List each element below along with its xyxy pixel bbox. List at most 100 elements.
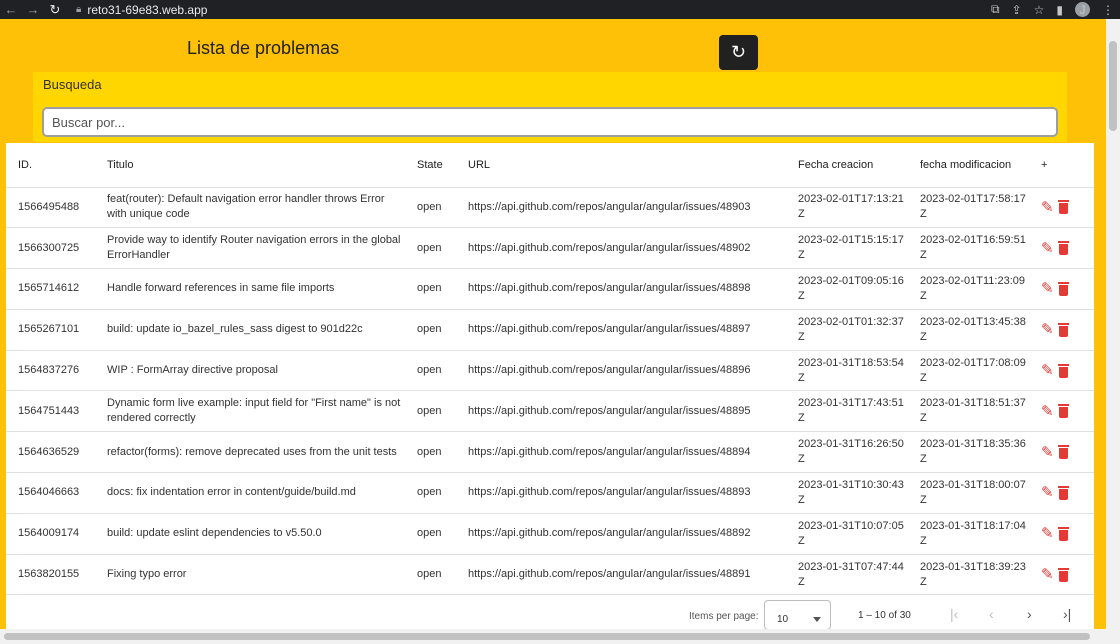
- scrollbar-thumb[interactable]: [1109, 41, 1117, 131]
- table-row[interactable]: 1564636529 refactor(forms): remove deprec…: [6, 431, 1094, 474]
- edit-pencil-icon[interactable]: ✎: [1041, 322, 1054, 337]
- edit-pencil-icon[interactable]: ✎: [1041, 567, 1054, 582]
- row-actions: ✎: [1041, 322, 1094, 337]
- col-header-fecha-creacion[interactable]: Fecha creacion: [786, 143, 908, 188]
- horizontal-scrollbar[interactable]: [0, 629, 1120, 644]
- delete-trash-icon[interactable]: [1057, 241, 1069, 256]
- trash-lid: [1057, 404, 1069, 407]
- edit-pencil-icon[interactable]: ✎: [1041, 485, 1054, 500]
- table-row[interactable]: 1564751443 Dynamic form live example: inp…: [6, 390, 1094, 433]
- edit-pencil-icon[interactable]: ✎: [1041, 200, 1054, 215]
- first-page-icon[interactable]: |‹: [950, 606, 958, 622]
- reload-icon[interactable]: ↻: [44, 2, 66, 18]
- profile-avatar[interactable]: J: [1075, 2, 1090, 17]
- page-size-select[interactable]: 10: [764, 600, 831, 630]
- trash-lid: [1057, 526, 1069, 529]
- delete-trash-icon[interactable]: [1057, 526, 1069, 541]
- forward-arrow-icon[interactable]: →: [22, 2, 44, 17]
- previous-page-icon[interactable]: ‹: [989, 606, 994, 622]
- col-header-fecha-modificacion[interactable]: fecha modificacion: [908, 143, 1029, 188]
- cell-fecha-modificacion: 2023-01-31T18:51:37Z: [908, 390, 1029, 433]
- table-row[interactable]: 1564046663 docs: fix indentation error in…: [6, 472, 1094, 514]
- delete-trash-icon[interactable]: [1057, 404, 1069, 419]
- trash-body: [1058, 203, 1068, 215]
- page-range-label: 1 – 10 of 30: [858, 610, 911, 621]
- browser-actions: ⧉ ⇪ ☆ ▮ J ⋮: [991, 0, 1114, 19]
- scrollbar-thumb[interactable]: [4, 633, 1090, 640]
- cell-url: https://api.github.com/repos/angular/ang…: [456, 350, 786, 392]
- search-input[interactable]: [42, 107, 1058, 137]
- delete-trash-icon[interactable]: [1057, 445, 1069, 460]
- cell-actions: ✎: [1029, 350, 1094, 392]
- cell-fecha-creacion: 2023-02-01T01:32:37Z: [786, 309, 908, 351]
- trash-lid: [1057, 200, 1069, 203]
- back-arrow-icon[interactable]: ←: [0, 2, 22, 17]
- cell-url: https://api.github.com/repos/angular/ang…: [456, 513, 786, 555]
- table-row[interactable]: 1564009174 build: update eslint dependenc…: [6, 513, 1094, 555]
- menu-kebab-icon[interactable]: ⋮: [1102, 3, 1114, 17]
- cell-fecha-creacion: 2023-01-31T10:07:05Z: [786, 513, 908, 555]
- cell-titulo: refactor(forms): remove deprecated uses …: [95, 431, 405, 474]
- cell-id: 1564751443: [6, 390, 95, 433]
- table-row[interactable]: 1565267101 build: update io_bazel_rules_s…: [6, 309, 1094, 351]
- side-panel-icon[interactable]: ▮: [1056, 3, 1063, 17]
- col-header-titulo[interactable]: Titulo: [95, 143, 405, 188]
- translate-icon[interactable]: ⧉: [991, 2, 1000, 17]
- edit-pencil-icon[interactable]: ✎: [1041, 404, 1054, 419]
- next-page-icon[interactable]: ›: [1027, 606, 1032, 622]
- cell-url: https://api.github.com/repos/angular/ang…: [456, 187, 786, 229]
- add-row-button[interactable]: +: [1029, 143, 1094, 188]
- page-size-value: 10: [777, 614, 789, 625]
- cell-fecha-modificacion: 2023-01-31T18:39:23Z: [908, 554, 1029, 596]
- trash-body: [1058, 325, 1068, 337]
- table-row[interactable]: 1564837276 WIP : FormArray directive prop…: [6, 350, 1094, 392]
- edit-pencil-icon[interactable]: ✎: [1041, 241, 1054, 256]
- refresh-button[interactable]: ↻: [719, 35, 758, 70]
- col-header-url[interactable]: URL: [456, 143, 786, 188]
- cell-titulo: Provide way to identify Router navigatio…: [95, 227, 405, 270]
- table-row[interactable]: 1566495488 feat(router): Default navigati…: [6, 187, 1094, 229]
- cell-fecha-modificacion: 2023-02-01T17:08:09Z: [908, 350, 1029, 392]
- trash-body: [1058, 570, 1068, 582]
- trash-lid: [1057, 322, 1069, 325]
- cell-actions: ✎: [1029, 431, 1094, 474]
- delete-trash-icon[interactable]: [1057, 485, 1069, 500]
- table-header-row: ID. Titulo State URL Fecha creacion fech…: [6, 143, 1094, 188]
- cell-url: https://api.github.com/repos/angular/ang…: [456, 268, 786, 310]
- cell-actions: ✎: [1029, 187, 1094, 229]
- items-per-page-label: Items per page:: [689, 611, 759, 622]
- cell-state: open: [405, 268, 456, 310]
- delete-trash-icon[interactable]: [1057, 281, 1069, 296]
- table-row[interactable]: 1566300725 Provide way to identify Router…: [6, 227, 1094, 270]
- delete-trash-icon[interactable]: [1057, 200, 1069, 215]
- table-row[interactable]: 1563820155 Fixing typo error open https://a…: [6, 554, 1094, 596]
- trash-body: [1058, 366, 1068, 378]
- delete-trash-icon[interactable]: [1057, 567, 1069, 582]
- cell-actions: ✎: [1029, 513, 1094, 555]
- cell-fecha-creacion: 2023-02-01T17:13:21Z: [786, 187, 908, 229]
- edit-pencil-icon[interactable]: ✎: [1041, 363, 1054, 378]
- edit-pencil-icon[interactable]: ✎: [1041, 281, 1054, 296]
- cell-id: 1566495488: [6, 187, 95, 229]
- vertical-scrollbar[interactable]: [1106, 19, 1120, 629]
- cell-fecha-creacion: 2023-02-01T15:15:17Z: [786, 227, 908, 270]
- bookmark-star-icon[interactable]: ☆: [1034, 3, 1045, 17]
- col-header-state[interactable]: State: [405, 143, 456, 188]
- cell-fecha-modificacion: 2023-02-01T11:23:09Z: [908, 268, 1029, 310]
- last-page-icon[interactable]: ›|: [1063, 606, 1071, 622]
- table-row[interactable]: 1565714612 Handle forward references in s…: [6, 268, 1094, 310]
- delete-trash-icon[interactable]: [1057, 363, 1069, 378]
- page-title: Lista de problemas: [187, 38, 340, 58]
- cell-url: https://api.github.com/repos/angular/ang…: [456, 472, 786, 514]
- edit-pencil-icon[interactable]: ✎: [1041, 445, 1054, 460]
- address-bar[interactable]: reto31-69e83.web.app: [87, 3, 207, 17]
- trash-lid: [1057, 445, 1069, 448]
- delete-trash-icon[interactable]: [1057, 322, 1069, 337]
- col-header-id[interactable]: ID.: [6, 143, 95, 188]
- cell-fecha-creacion: 2023-01-31T16:26:50Z: [786, 431, 908, 474]
- row-actions: ✎: [1041, 485, 1094, 500]
- share-icon[interactable]: ⇪: [1012, 3, 1022, 17]
- edit-pencil-icon[interactable]: ✎: [1041, 526, 1054, 541]
- cell-fecha-modificacion: 2023-02-01T16:59:51Z: [908, 227, 1029, 270]
- row-actions: ✎: [1041, 526, 1094, 541]
